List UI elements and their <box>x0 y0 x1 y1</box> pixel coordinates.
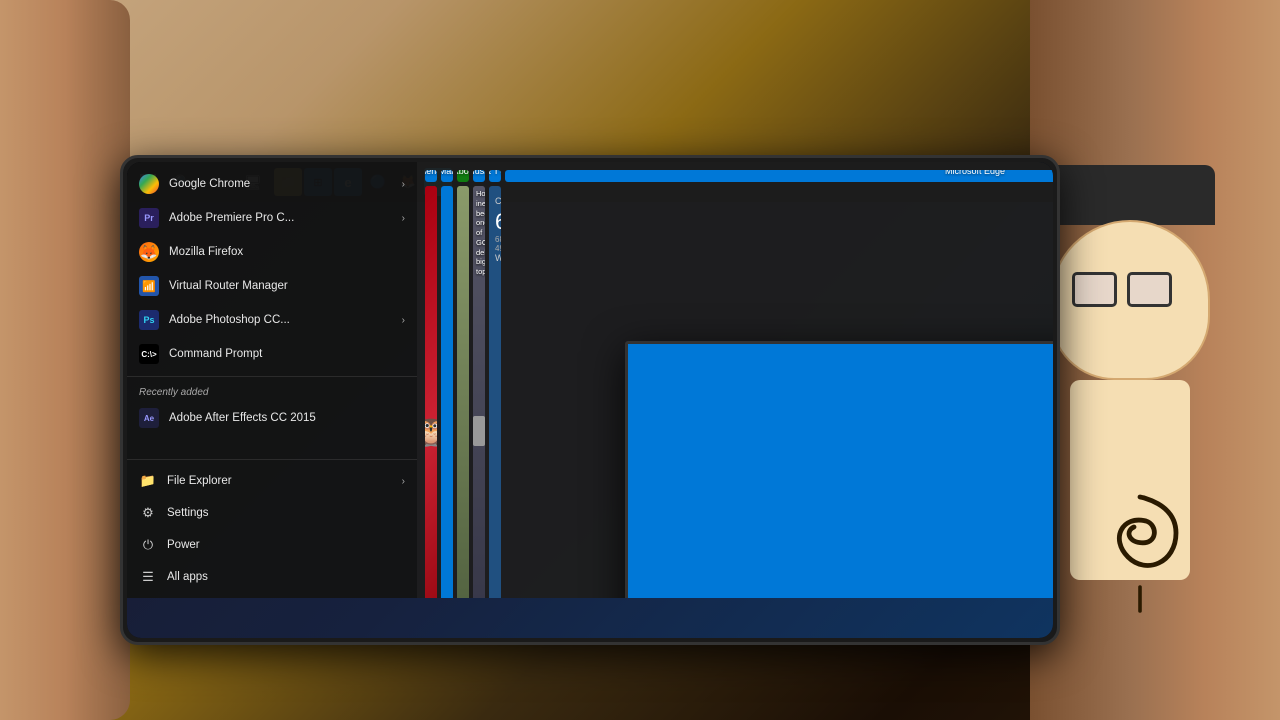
movies-tile-label: Movies & TV <box>489 170 501 176</box>
windows-desktop: Google Chrome › Pr Adobe Premiere Pro C.… <box>127 162 1053 638</box>
phone-button-right-2[interactable] <box>1059 308 1060 338</box>
app-name-firefox: Mozilla Firefox <box>169 246 243 258</box>
photoshop-icon: Ps <box>139 310 159 330</box>
figure-2 <box>473 416 485 446</box>
premiere-arrow: › <box>402 213 405 224</box>
all-apps-item[interactable]: ☰ All apps <box>127 561 417 593</box>
anime-glasses <box>1072 272 1192 312</box>
file-explorer-item[interactable]: 📁 File Explorer › <box>127 465 417 497</box>
anime-hair <box>1045 165 1215 225</box>
premiere-icon: Pr <box>139 208 159 228</box>
groove-tile-label: Groove Music <box>473 170 485 176</box>
phone-button-right-1[interactable] <box>1059 238 1060 288</box>
power-label: Power <box>167 539 200 551</box>
tile-mail[interactable]: ✉ Mail <box>441 170 453 182</box>
app-item-cmd[interactable]: C:\> Command Prompt <box>127 337 417 371</box>
tile-edge[interactable]: e Microsoft Edge <box>505 170 1053 182</box>
app-item-firefox[interactable]: 🦊 Mozilla Firefox <box>127 235 417 269</box>
power-icon: ⏻ <box>139 536 157 554</box>
app-name-premiere: Adobe Premiere Pro C... <box>169 212 294 224</box>
xbox-tile-label: Xbox <box>457 170 469 176</box>
app-item-vrouter[interactable]: 📶 Virtual Router Manager <box>127 269 417 303</box>
app-name-photoshop: Adobe Photoshop CC... <box>169 314 290 326</box>
vrouter-icon: 📶 <box>139 276 159 296</box>
app-item-premiere[interactable]: Pr Adobe Premiere Pro C... › <box>127 201 417 235</box>
firefox-icon: 🦊 <box>139 242 159 262</box>
chrome-arrow: › <box>402 179 405 190</box>
anime-face <box>1050 220 1210 380</box>
start-bottom-menu: 📁 File Explorer › ⚙ Settings ⏻ Power <box>127 459 417 598</box>
tile-movies[interactable]: 🎬 Movies & TV <box>489 170 501 182</box>
cmd-icon: C:\> <box>139 344 159 364</box>
all-apps-icon: ☰ <box>139 568 157 586</box>
tile-photos[interactable]: 🦉 Photos <box>425 186 437 598</box>
file-explorer-label: File Explorer <box>167 475 232 487</box>
tile-money[interactable]: Money <box>457 186 469 598</box>
app-name-cmd: Command Prompt <box>169 348 262 360</box>
start-menu-left-panel: Google Chrome › Pr Adobe Premiere Pro C.… <box>127 162 417 598</box>
phone-screen: Google Chrome › Pr Adobe Premiere Pro C.… <box>127 162 1053 638</box>
news-tile-text: How inequality became one of GOP debate'… <box>476 189 482 277</box>
weather-content: Cloudy 66° 68° 49° Washington,... <box>490 191 500 268</box>
file-explorer-arrow: › <box>402 476 405 487</box>
app-item-aftereffects[interactable]: Ae Adobe After Effects CC 2015 <box>127 401 417 435</box>
glass-right <box>1127 272 1172 307</box>
recently-added-divider <box>127 376 417 377</box>
settings-icon: ⚙ <box>139 504 157 522</box>
phone-device: Google Chrome › Pr Adobe Premiere Pro C.… <box>120 155 1060 645</box>
tile-groove[interactable]: ♫ Groove Music <box>473 170 485 182</box>
tile-xbox[interactable]: 🎮 Xbox <box>457 170 469 182</box>
app-name-chrome: Google Chrome <box>169 178 250 190</box>
hand-left <box>0 0 130 720</box>
settings-item[interactable]: ⚙ Settings <box>127 497 417 529</box>
glass-left <box>1072 272 1117 307</box>
recently-added-label: Recently added <box>127 382 417 401</box>
all-apps-label: All apps <box>167 571 208 583</box>
app-item-photoshop[interactable]: Ps Adobe Photoshop CC... › <box>127 303 417 337</box>
tile-calendar[interactable]: 📅 Calendar <box>425 170 437 182</box>
swirl-svg <box>1080 470 1200 620</box>
app-name-vrouter: Virtual Router Manager <box>169 280 288 292</box>
mail-tile-label: Mail <box>441 170 453 176</box>
debate-figures <box>473 416 485 446</box>
calendar-tile-label: Calendar <box>425 170 437 176</box>
phone-button-left[interactable] <box>120 278 121 308</box>
app-item-chrome[interactable]: Google Chrome › <box>127 167 417 201</box>
start-menu: Google Chrome › Pr Adobe Premiere Pro C.… <box>127 162 1053 598</box>
swirl-symbol <box>1080 470 1200 620</box>
photoshop-arrow: › <box>402 315 405 326</box>
start-menu-tiles: 📅 Calendar ✉ Mail 🎮 Xbox <box>417 162 1053 598</box>
app-list: Google Chrome › Pr Adobe Premiere Pro C.… <box>127 162 417 459</box>
power-item[interactable]: ⏻ Power <box>127 529 417 561</box>
tile-weather[interactable]: Cloudy 66° 68° 49° Washington,... <box>489 186 501 598</box>
hand-right <box>1030 0 1280 720</box>
aftereffects-icon: Ae <box>139 408 159 428</box>
money-tile-bg <box>457 186 469 598</box>
tile-phone-companion[interactable]: 📱 Phone Compa... <box>625 341 1053 598</box>
photos-tile-bg: 🦉 <box>425 186 437 598</box>
tile-news[interactable]: How inequality became one of GOP debate'… <box>473 186 485 598</box>
chrome-icon <box>139 174 159 194</box>
edge-tile-label: Microsoft Edge <box>945 170 1005 176</box>
tile-cortana[interactable]: Cortana <box>441 186 453 598</box>
app-name-aftereffects: Adobe After Effects CC 2015 <box>169 412 316 424</box>
file-explorer-icon: 📁 <box>139 472 157 490</box>
settings-label: Settings <box>167 507 209 519</box>
